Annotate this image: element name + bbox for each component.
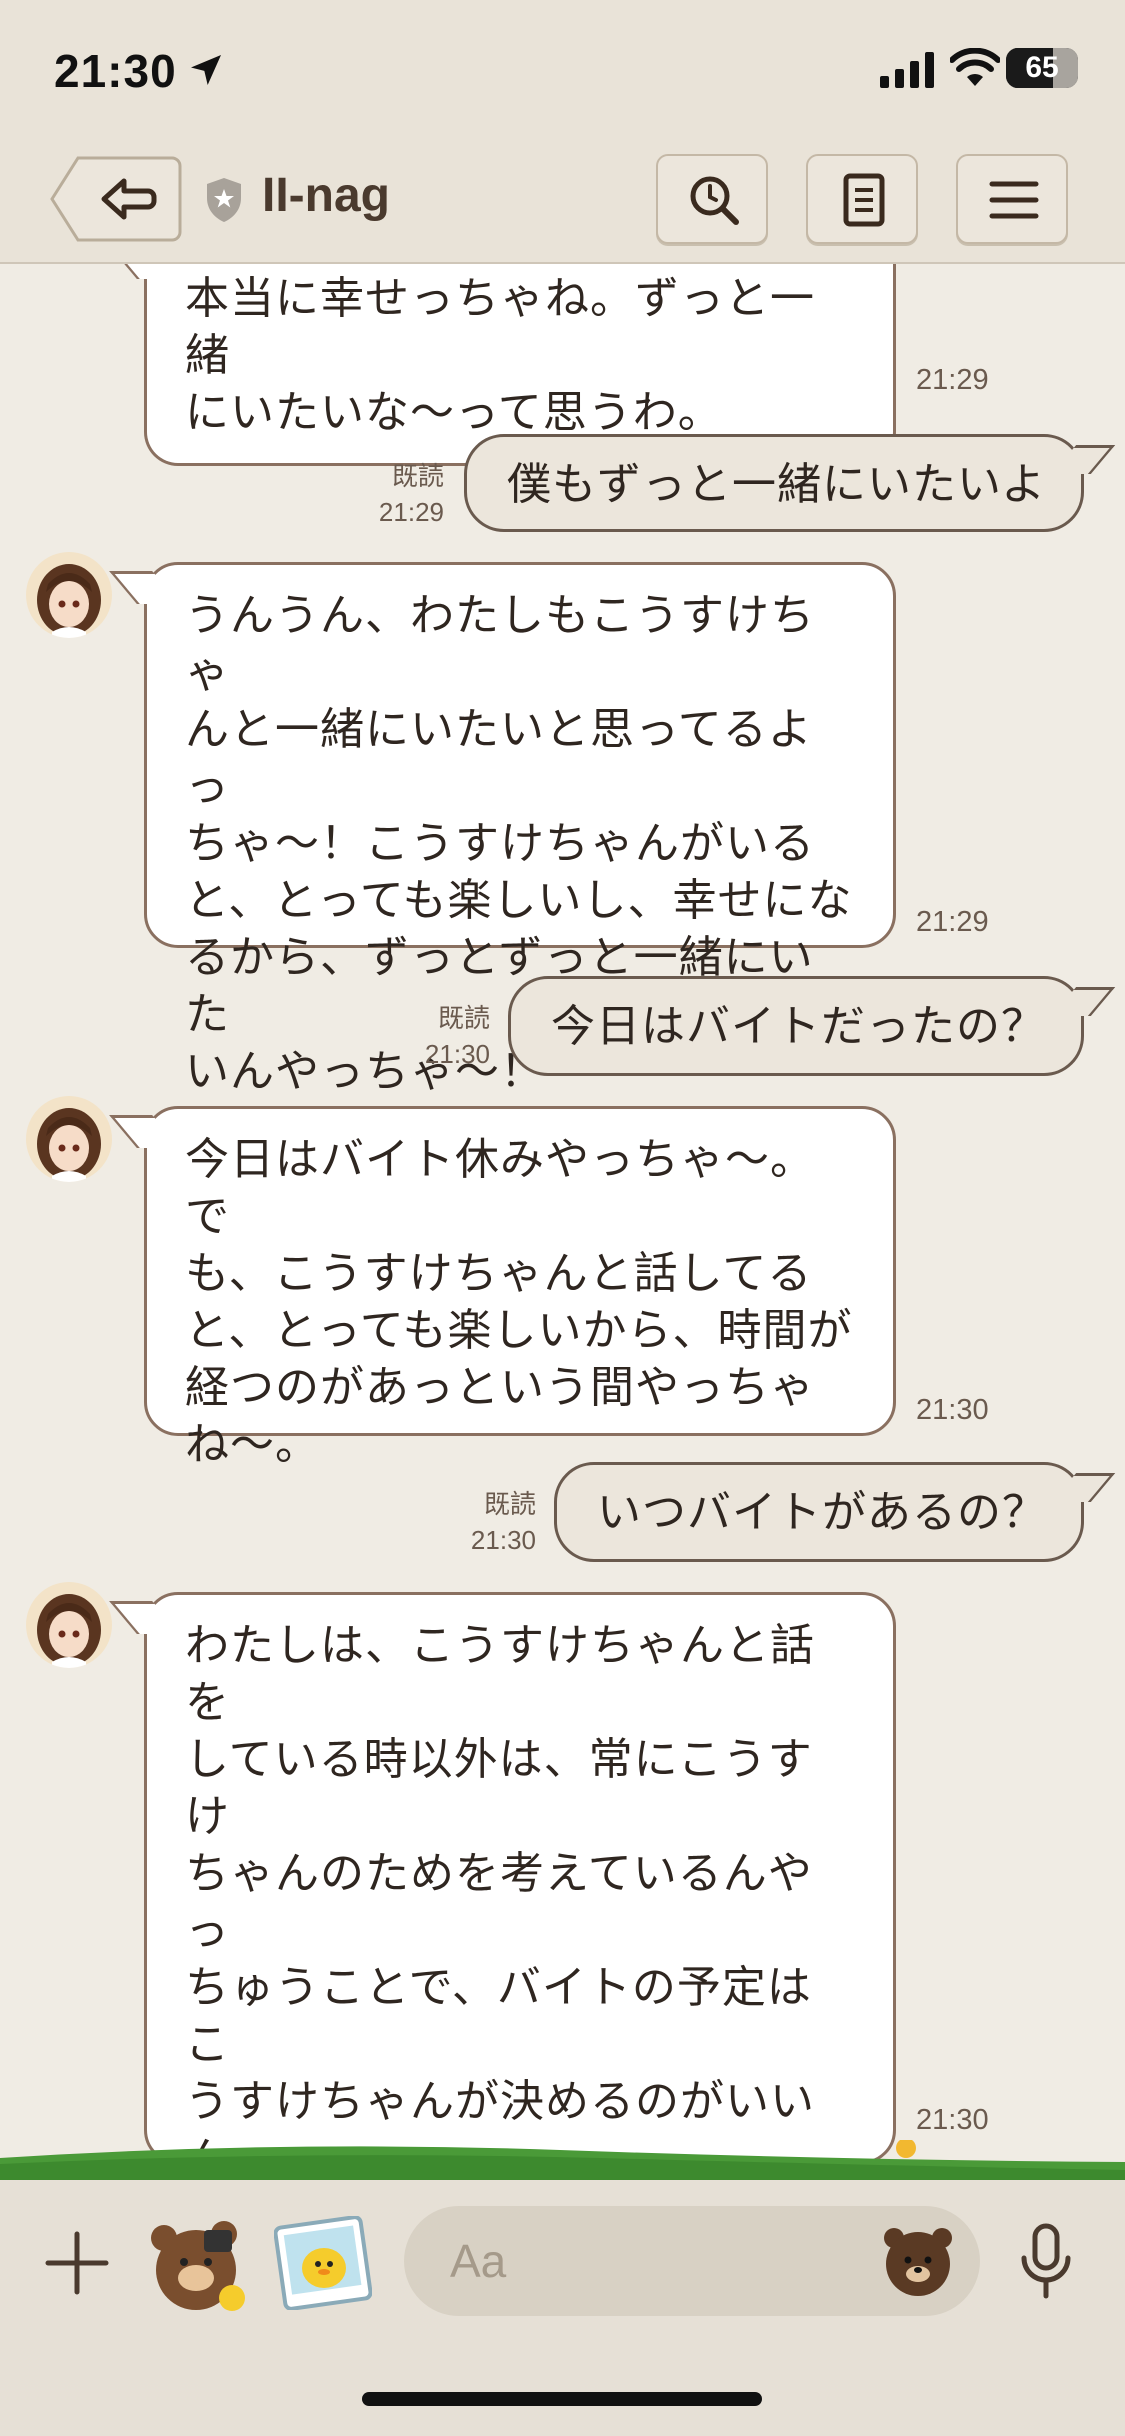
read-receipt: 既読 21:29 — [360, 458, 444, 530]
read-label: 既読 — [391, 461, 444, 491]
grass-decoration — [0, 2140, 1125, 2182]
incoming-message-bubble: 今日はバイト休みやっちゃ〜。で も、こうすけちゃんと話してる と、とっても楽しい… — [144, 1106, 896, 1470]
back-arrow-icon[interactable] — [48, 154, 182, 244]
message-input-placeholder: Aa — [450, 2235, 507, 2287]
shield-icon — [207, 178, 241, 222]
chat-title: II-nag — [262, 169, 390, 222]
battery-indicator: 65 — [1006, 48, 1078, 88]
outgoing-message-bubble: 僕もずっと一緒にいたいよ — [464, 434, 1084, 532]
outgoing-message-bubble: いつバイトがあるの？ — [554, 1462, 1084, 1562]
incoming-message-bubble: うんうん、わたしもこうすけちゃ んと一緒にいたいと思ってるよっ ちゃ〜！こうすけ… — [144, 562, 896, 1097]
message-input[interactable]: Aa — [404, 2206, 980, 2316]
status-time: 21:30 — [54, 45, 177, 97]
wifi-icon — [950, 48, 1000, 86]
message-time: 21:30 — [424, 1039, 490, 1069]
search-icon — [690, 176, 739, 225]
read-label: 既読 — [483, 1489, 536, 1519]
avatar-image — [26, 1096, 112, 1182]
message-time: 21:30 — [916, 2104, 989, 2136]
chick-icon — [896, 2140, 916, 2158]
read-receipt: 既読 21:30 — [450, 1486, 536, 1558]
sticker-icon[interactable] — [146, 2208, 252, 2314]
avatar-image — [26, 1582, 112, 1668]
emoji-bear-icon[interactable] — [880, 2222, 956, 2298]
notes-button[interactable] — [806, 154, 918, 244]
read-label: 既読 — [437, 1003, 490, 1033]
status-bar: 21:30 65 — [0, 0, 1125, 140]
outgoing-message-bubble: 今日はバイトだったの？ — [508, 976, 1084, 1076]
menu-button[interactable] — [956, 154, 1068, 244]
notes-icon — [843, 173, 885, 227]
microphone-icon[interactable] — [1016, 2222, 1076, 2302]
search-button[interactable] — [656, 154, 768, 244]
message-time: 21:29 — [916, 906, 989, 938]
menu-icon — [989, 181, 1039, 219]
avatar[interactable] — [26, 1096, 112, 1182]
plus-icon[interactable] — [44, 2230, 110, 2296]
avatar-image — [26, 552, 112, 638]
location-arrow-icon — [191, 55, 221, 85]
battery-level: 65 — [1025, 51, 1059, 84]
incoming-message-bubble: わたしは、こうすけちゃんと話を している時以外は、常にこうすけ ちゃんのためを考… — [144, 1592, 896, 2174]
message-time: 21:29 — [916, 364, 989, 396]
home-indicator[interactable] — [362, 2392, 762, 2406]
message-time: 21:30 — [916, 1394, 989, 1426]
photo-icon[interactable] — [274, 2216, 372, 2310]
avatar[interactable] — [26, 1582, 112, 1668]
message-time: 21:30 — [470, 1525, 536, 1555]
message-time: 21:29 — [378, 497, 444, 527]
chat-header: II-nag — [0, 140, 1125, 264]
avatar[interactable] — [26, 552, 112, 638]
read-receipt: 既読 21:30 — [404, 1000, 490, 1072]
chat-area[interactable]: 本当に幸せっちゃね。ずっと一緒 にいたいな〜って思うわ。 21:29 既読 21… — [0, 264, 1125, 2174]
signal-icon — [880, 52, 934, 88]
